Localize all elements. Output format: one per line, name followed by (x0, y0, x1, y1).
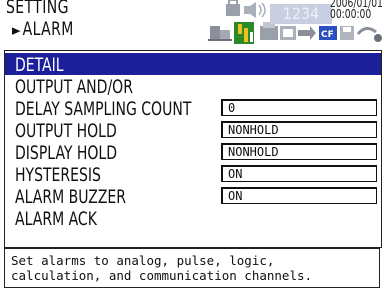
menu-item-delay-sampling-count[interactable]: DELAY SAMPLING COUNT 0 (5, 97, 381, 120)
datetime: 2006/01/01 00:00:00 (330, 0, 383, 20)
swap-icon (356, 27, 382, 42)
menu-item-alarm-buzzer[interactable]: ALARM BUZZER ON (5, 185, 381, 208)
menu-item-label: DELAY SAMPLING COUNT (15, 98, 192, 120)
header: SETTING ►ALARM CF 1234 2006/01/01 00:00:… (0, 0, 384, 50)
menu-item-alarm-ack[interactable]: ALARM ACK (5, 207, 381, 230)
page-title: SETTING (6, 0, 69, 18)
svg-text:CF: CF (321, 30, 334, 40)
delay-sampling-count-field[interactable]: 0 (221, 99, 377, 116)
display-hold-field[interactable]: NONHOLD (221, 143, 377, 160)
hysteresis-field[interactable]: ON (221, 165, 377, 182)
breadcrumb-label: ALARM (22, 18, 74, 40)
alarm-buzzer-field[interactable]: ON (221, 187, 377, 204)
menu-item-label: ALARM BUZZER (15, 186, 127, 208)
help-text: Set alarms to analog, pulse, logic, calc… (4, 248, 380, 288)
cf-card-icon: CF (319, 26, 337, 40)
menu-item-display-hold[interactable]: DISPLAY HOLD NONHOLD (5, 141, 381, 164)
menu-item-label: OUTPUT HOLD (15, 120, 117, 142)
folder-icon (280, 26, 296, 40)
lock-icon (226, 0, 240, 16)
menu-item-hysteresis[interactable]: HYSTERESIS ON (5, 163, 381, 186)
menu-item-label: DISPLAY HOLD (15, 142, 118, 164)
menu-item-label: DETAIL (15, 54, 64, 76)
menu-item-output-and-or[interactable]: OUTPUT AND/OR (5, 75, 381, 98)
settings-panel: DETAIL OUTPUT AND/OR DELAY SAMPLING COUN… (4, 50, 382, 248)
help-line: Set alarms to analog, pulse, logic, (11, 253, 275, 268)
transfer-icon (298, 26, 316, 40)
menu-item-label: ALARM ACK (15, 208, 97, 230)
menu-item-detail[interactable]: DETAIL (5, 53, 381, 76)
output-hold-field[interactable]: NONHOLD (221, 121, 377, 138)
time-text: 00:00:00 (330, 7, 372, 21)
help-line: calculation, and communication channels. (11, 268, 313, 283)
menu-item-label: OUTPUT AND/OR (15, 76, 133, 98)
alarm-icon (234, 22, 254, 44)
network-icon (208, 26, 232, 41)
speaker-icon (244, 2, 266, 18)
menu-item-label: HYSTERESIS (15, 164, 101, 186)
printer-icon (260, 22, 278, 40)
menu-item-output-hold[interactable]: OUTPUT HOLD NONHOLD (5, 119, 381, 142)
counter-badge: 1234 (270, 4, 332, 24)
breadcrumb: ►ALARM (12, 18, 74, 40)
arrow-icon: ► (12, 21, 21, 39)
disk-icon (340, 26, 354, 40)
